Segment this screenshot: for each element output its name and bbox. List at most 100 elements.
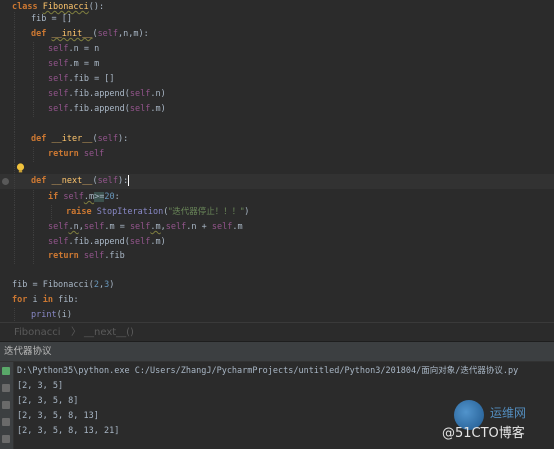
keyword-if: if [48, 192, 64, 202]
indent-guide [33, 235, 34, 250]
code-token: .n + [186, 222, 212, 232]
self-token: self [97, 134, 119, 144]
self-token: self [48, 104, 69, 114]
indent-guide [33, 72, 34, 87]
lightbulb-icon[interactable] [16, 163, 25, 173]
code-token: .m = [104, 222, 130, 232]
code-text: self.fib.append(self.m) [48, 102, 166, 117]
code-token: ): [118, 134, 129, 144]
class-name: Fibonacci [42, 2, 89, 12]
code-text: def __iter__(self): [31, 132, 128, 147]
indent-guide [14, 57, 15, 72]
indent-guide [14, 117, 15, 132]
self-token: self [97, 176, 119, 186]
code-token: .m [150, 222, 161, 232]
code-text: return self.fib [48, 249, 125, 264]
code-text: self.fib = [] [48, 72, 115, 87]
code-token: .fib.append( [68, 89, 130, 99]
code-token: ,n,m): [118, 29, 149, 39]
code-text: self.fib.append(self.m) [48, 235, 166, 250]
self-token: self [48, 222, 69, 232]
watermark-brand: @51CTO博客 [442, 426, 525, 441]
self-token: self [48, 44, 69, 54]
indent-guide [33, 249, 34, 264]
self-token: self [129, 89, 151, 99]
stop-icon[interactable] [2, 384, 10, 392]
keyword-for: for [12, 295, 33, 305]
keyword-in: in [42, 295, 59, 305]
indent-guide [14, 132, 15, 147]
code-line: fib = Fibonacci(2,3) [0, 278, 554, 293]
code-line: self.n = n [0, 42, 554, 57]
scroll-icon[interactable] [2, 401, 10, 409]
self-token: self [48, 74, 69, 84]
console-toolbar [0, 362, 14, 449]
rerun-icon[interactable] [2, 367, 10, 375]
code-text: for i in fib: [12, 293, 79, 308]
indent-guide [14, 72, 15, 87]
number-literal: 20 [104, 192, 115, 202]
operator-highlight: >= [94, 192, 105, 202]
code-token: ) [244, 207, 250, 217]
code-line: for i in fib: [0, 293, 554, 308]
self-token: self [48, 237, 69, 247]
keyword-return: return [48, 251, 84, 261]
code-token: .fib = [] [68, 74, 115, 84]
indent-guide [14, 102, 15, 117]
indent-guide [33, 42, 34, 57]
console-line: [2, 3, 5] [17, 381, 64, 391]
indent-guide [51, 205, 52, 220]
code-text: self.m = m [48, 57, 99, 72]
code-line: def __init__(self,n,m): [0, 27, 554, 42]
indent-guide [14, 27, 15, 42]
keyword-def: def [31, 176, 52, 186]
indent-guide [14, 174, 15, 189]
text-caret [128, 175, 130, 186]
self-token: self [129, 222, 151, 232]
run-panel-header: 迭代器协议 [0, 342, 554, 362]
override-marker-icon[interactable] [1, 177, 10, 186]
code-editor[interactable]: class Fibonacci(): fib = [] def __init__… [0, 0, 554, 322]
self-token: self [211, 222, 233, 232]
code-text: if self.m>=20: [48, 190, 120, 205]
code-text: self.n,self.m = self.m,self.n + self.m [48, 220, 243, 235]
code-line: self.m = m [0, 57, 554, 72]
keyword-def: def [31, 29, 52, 39]
code-line [0, 117, 554, 132]
code-token: .n [68, 222, 79, 232]
indent-guide [14, 235, 15, 250]
builtin-print: print [31, 310, 57, 320]
breadcrumb-method[interactable]: __next__() [84, 323, 134, 342]
code-line: raise StopIteration("迭代器停止！！！") [0, 205, 554, 220]
code-line: self.fib = [] [0, 72, 554, 87]
code-text: self.n = n [48, 42, 99, 57]
code-text: def __init__(self,n,m): [31, 27, 149, 42]
self-token: self [48, 59, 69, 69]
breadcrumb-class[interactable]: Fibonacci [14, 323, 61, 342]
settings-icon[interactable] [2, 418, 10, 426]
self-token: self [83, 251, 105, 261]
code-line [0, 160, 554, 175]
code-token: ) [109, 280, 115, 290]
code-token: : [114, 192, 120, 202]
self-token: self [63, 192, 84, 202]
code-token: .m) [150, 237, 166, 247]
indent-guide [14, 308, 15, 322]
watermark-site: 运维网 [490, 406, 527, 420]
code-token: fib: [58, 295, 79, 305]
watermark: 运维网 @51CTO博客 [440, 398, 554, 449]
code-token: .m [83, 192, 95, 202]
self-token: self [129, 237, 151, 247]
code-text: raise StopIteration("迭代器停止！！！") [66, 205, 249, 220]
string-literal: "迭代器停止！！！" [168, 207, 245, 217]
code-text: def __next__(self): [31, 174, 130, 189]
indent-guide [33, 190, 34, 205]
close-icon[interactable] [2, 435, 10, 443]
method-name: __init__ [51, 29, 93, 39]
code-text: fib = Fibonacci(2,3) [12, 278, 114, 293]
code-token: fib = Fibonacci( [12, 280, 94, 290]
run-tab-title[interactable]: 迭代器协议 [4, 342, 52, 361]
code-line: if self.m>=20: [0, 190, 554, 205]
indent-guide [14, 220, 15, 235]
indent-guide [14, 160, 15, 175]
